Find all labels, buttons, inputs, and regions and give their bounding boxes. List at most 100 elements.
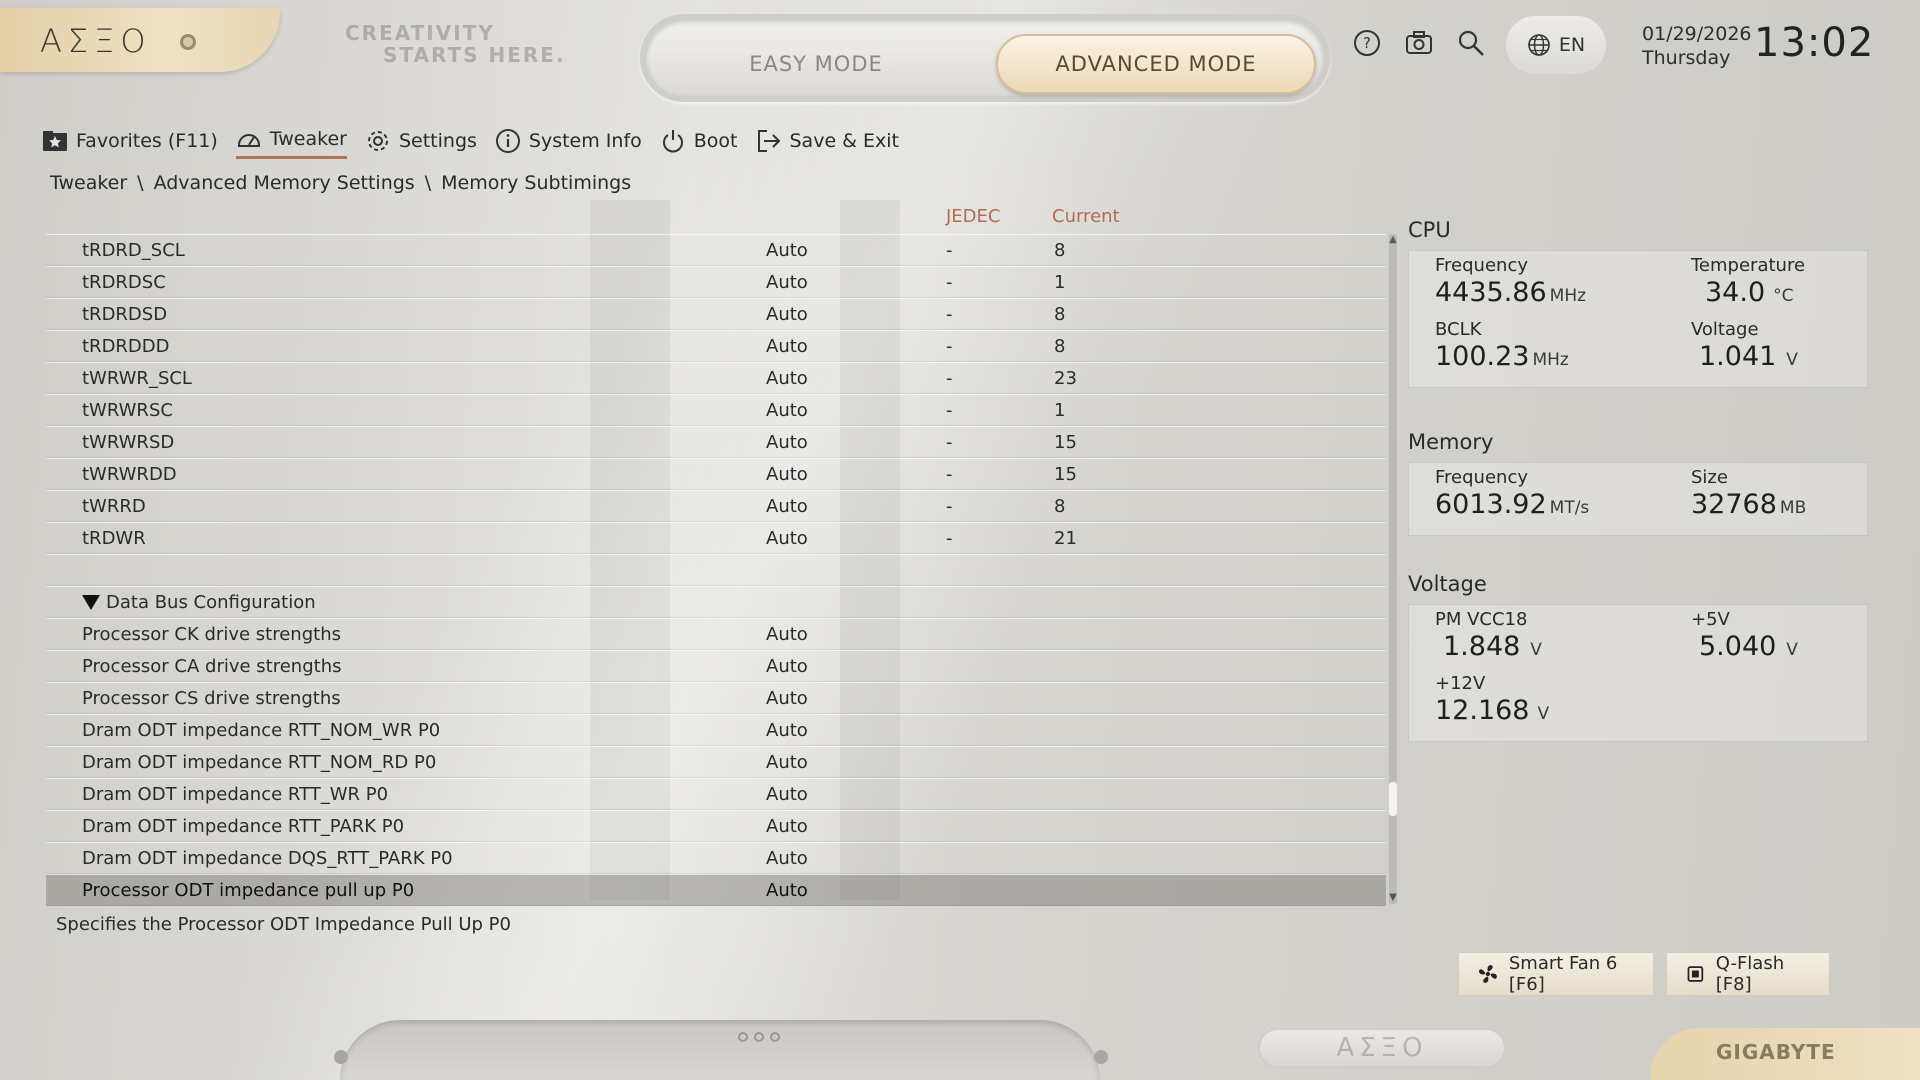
scrollbar[interactable] — [1389, 234, 1397, 904]
help-icon[interactable]: ? — [1352, 28, 1382, 58]
section-header[interactable]: Data Bus Configuration — [46, 586, 1386, 618]
camera-icon[interactable] — [1404, 28, 1434, 58]
row-value[interactable]: Auto — [766, 688, 808, 709]
row-value[interactable]: Auto — [766, 656, 808, 677]
date-display: 01/29/2026 Thursday — [1642, 22, 1752, 70]
breadcrumb-item: Memory Subtimings — [441, 172, 632, 194]
metric-value: 1.041 — [1699, 341, 1777, 372]
tab-label: Save & Exit — [789, 129, 900, 152]
row-value[interactable]: Auto — [766, 784, 808, 805]
table-row[interactable]: tWRWRDD Auto - 15 — [46, 458, 1386, 490]
row-name: Dram ODT impedance RTT_PARK P0 — [82, 815, 405, 837]
voltage-panel: Voltage PM VCC18 1.848 V +5V 5.040 V +12V 12.… — [1408, 572, 1868, 742]
table-row[interactable]: Processor CK drive strengths Auto — [46, 618, 1386, 650]
row-value[interactable]: Auto — [766, 432, 808, 453]
metric-unit: MHz — [1532, 350, 1569, 370]
table-row[interactable]: tRDRD_SCL Auto - 8 — [46, 234, 1386, 266]
row-name: tWRWRSC — [82, 399, 173, 421]
voltage-title: Voltage — [1408, 572, 1487, 596]
tab-system-info[interactable]: System Info — [495, 128, 642, 158]
table-row[interactable]: tWRWRSD Auto - 15 — [46, 426, 1386, 458]
scroll-thumb[interactable] — [1389, 782, 1397, 816]
row-jedec: - — [946, 463, 953, 485]
breadcrumb: Tweaker \ Advanced Memory Settings \ Mem… — [50, 172, 631, 194]
tab-save-exit[interactable]: Save & Exit — [756, 128, 900, 158]
row-name: tRDRDDD — [82, 335, 170, 357]
voltage-5v: +5V 5.040 V — [1691, 609, 1845, 671]
row-value[interactable]: Auto — [766, 304, 808, 325]
search-icon[interactable] — [1456, 28, 1486, 58]
table-row[interactable]: Dram ODT impedance DQS_RTT_PARK P0 Auto — [46, 842, 1386, 874]
table-row[interactable]: Dram ODT impedance RTT_WR P0 Auto — [46, 778, 1386, 810]
table-row-selected[interactable]: Processor ODT impedance pull up P0 Auto — [46, 874, 1386, 906]
scroll-down-icon[interactable]: ▼ — [1389, 892, 1397, 903]
breadcrumb-item[interactable]: Tweaker — [50, 172, 127, 194]
exit-icon — [757, 129, 780, 152]
top-icons: ? — [1352, 28, 1486, 58]
row-value[interactable]: Auto — [766, 464, 808, 485]
table-row[interactable]: Dram ODT impedance RTT_PARK P0 Auto — [46, 810, 1386, 842]
tab-tweaker[interactable]: Tweaker — [235, 126, 347, 159]
row-jedec: - — [946, 399, 953, 421]
tab-label: Tweaker — [269, 128, 347, 150]
row-name: Processor CS drive strengths — [82, 687, 341, 709]
tab-boot[interactable]: Boot — [660, 128, 738, 158]
table-row[interactable]: tWRWR_SCL Auto - 23 — [46, 362, 1386, 394]
breadcrumb-separator: \ — [137, 172, 144, 194]
advanced-mode-button[interactable]: ADVANCED MODE — [996, 34, 1316, 94]
row-jedec: - — [946, 239, 953, 261]
cpu-voltage: Voltage 1.041 V — [1691, 319, 1845, 381]
decor-dot — [1094, 1050, 1108, 1064]
tab-settings[interactable]: Settings — [365, 128, 477, 158]
row-name: tRDRD_SCL — [82, 239, 185, 261]
tab-favorites[interactable]: Favorites (F11) — [42, 128, 218, 158]
row-current: 8 — [1054, 335, 1066, 357]
row-name: tWRWR_SCL — [82, 367, 192, 389]
row-value[interactable]: Auto — [766, 752, 808, 773]
row-jedec: - — [946, 431, 953, 453]
metric-label: Frequency — [1435, 255, 1528, 276]
row-value[interactable]: Auto — [766, 848, 808, 869]
table-row[interactable]: Processor CA drive strengths Auto — [46, 650, 1386, 682]
table-row[interactable]: Dram ODT impedance RTT_NOM_RD P0 Auto — [46, 746, 1386, 778]
weekday: Thursday — [1642, 47, 1731, 69]
empty-row — [46, 554, 1386, 586]
top-bar: ΑΣΞΟ CREATIVITY STARTS HERE. EASY MODE A… — [0, 0, 1920, 102]
breadcrumb-item[interactable]: Advanced Memory Settings — [154, 172, 415, 194]
row-current: 21 — [1054, 527, 1077, 549]
row-value[interactable]: Auto — [766, 624, 808, 645]
table-row[interactable]: tRDRDDD Auto - 8 — [46, 330, 1386, 362]
decor-dot — [334, 1050, 348, 1064]
row-current: 15 — [1054, 431, 1077, 453]
metric-value: 34.0 — [1705, 277, 1766, 308]
table-row[interactable]: Dram ODT impedance RTT_NOM_WR P0 Auto — [46, 714, 1386, 746]
table-row[interactable]: tRDRDSD Auto - 8 — [46, 298, 1386, 330]
row-value[interactable]: Auto — [766, 400, 808, 421]
smart-fan-button[interactable]: Smart Fan 6 [F6] — [1458, 952, 1654, 996]
table-row[interactable]: tRDRDSC Auto - 1 — [46, 266, 1386, 298]
row-name: Dram ODT impedance RTT_WR P0 — [82, 783, 389, 805]
row-value[interactable]: Auto — [766, 880, 808, 901]
row-value[interactable]: Auto — [766, 368, 808, 389]
table-row[interactable]: tWRRD Auto - 8 — [46, 490, 1386, 522]
info-icon — [495, 128, 520, 153]
row-value[interactable]: Auto — [766, 272, 808, 293]
more-icon[interactable] — [738, 1032, 780, 1042]
language-selector[interactable]: EN — [1506, 16, 1606, 74]
memory-frequency: Frequency 6013.92 MT/s — [1435, 467, 1691, 529]
row-value[interactable]: Auto — [766, 816, 808, 837]
table-row[interactable]: Processor CS drive strengths Auto — [46, 682, 1386, 714]
qflash-button[interactable]: Q-Flash [F8] — [1666, 952, 1830, 996]
row-value[interactable]: Auto — [766, 496, 808, 517]
fan-icon — [1479, 965, 1497, 983]
tab-label: Boot — [693, 129, 738, 152]
table-row[interactable]: tWRWRSC Auto - 1 — [46, 394, 1386, 426]
row-value[interactable]: Auto — [766, 240, 808, 261]
row-value[interactable]: Auto — [766, 528, 808, 549]
table-row[interactable]: tRDWR Auto - 21 — [46, 522, 1386, 554]
easy-mode-button[interactable]: EASY MODE — [666, 34, 966, 94]
date: 01/29/2026 — [1642, 23, 1752, 45]
tab-label: System Info — [528, 129, 642, 152]
row-value[interactable]: Auto — [766, 720, 808, 741]
row-value[interactable]: Auto — [766, 336, 808, 357]
